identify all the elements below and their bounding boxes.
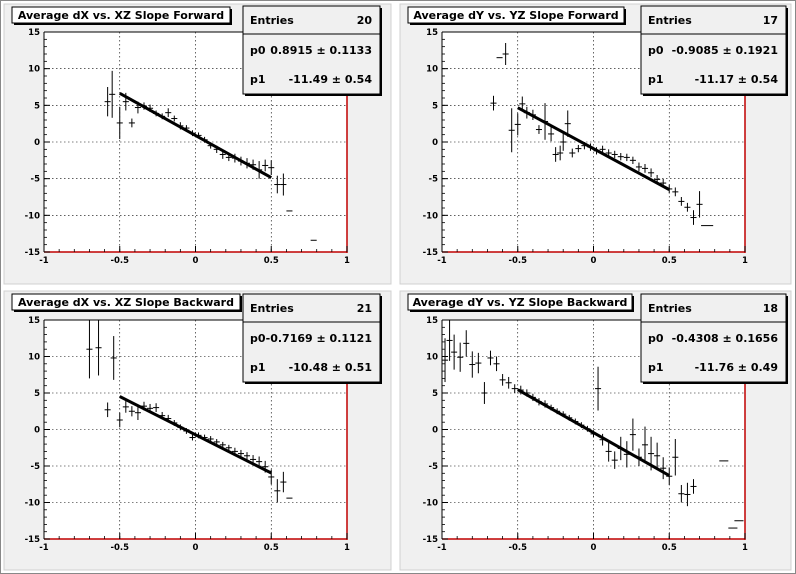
y-tick-label: -5: [429, 462, 439, 472]
stats-p0-value: 0.8915 ± 0.1133: [270, 44, 372, 57]
stats-p1-value: -11.49 ± 0.54: [289, 73, 373, 86]
y-tick-label: -15: [423, 535, 438, 545]
x-tick-label: 1: [344, 543, 350, 553]
y-tick-label: -10: [25, 499, 40, 509]
y-tick-label: 0: [432, 426, 438, 436]
y-tick-label: -15: [423, 248, 438, 258]
y-tick-label: 10: [426, 65, 438, 75]
x-tick-label: -1: [39, 543, 49, 553]
stats-p1-value: -11.76 ± 0.49: [695, 361, 778, 374]
y-tick-label: 15: [426, 316, 438, 326]
y-tick-label: 15: [426, 28, 438, 38]
y-tick-label: -10: [25, 211, 40, 221]
x-tick-label: 0: [591, 543, 597, 553]
stats-entries-label: Entries: [648, 14, 692, 27]
chart-title: Average dX vs. XZ Slope Forward: [18, 9, 224, 22]
x-tick-label: -0.5: [110, 543, 129, 553]
stats-p1-value: -10.48 ± 0.51: [289, 361, 372, 374]
stats-p0-label: p0: [250, 332, 266, 345]
stats-p1-value: -11.17 ± 0.54: [695, 73, 779, 86]
stats-p1-label: p1: [250, 73, 266, 86]
chart-title: Average dY vs. YZ Slope Forward: [413, 9, 618, 22]
y-tick-label: -5: [429, 175, 439, 185]
stats-entries-value: 21: [357, 302, 372, 315]
stats-entries-label: Entries: [250, 14, 294, 27]
y-tick-label: -5: [31, 462, 41, 472]
stats-entries-label: Entries: [648, 302, 692, 315]
stats-p1-label: p1: [250, 361, 266, 374]
x-tick-label: -1: [39, 256, 49, 266]
x-tick-label: 1: [742, 256, 748, 266]
x-tick-label: -0.5: [110, 256, 129, 266]
stats-p0-value: -0.4308 ± 0.1656: [672, 332, 779, 345]
stats-entries-value: 17: [763, 14, 778, 27]
x-tick-label: 0.5: [662, 256, 677, 266]
x-tick-label: -1: [437, 256, 447, 266]
y-tick-label: 10: [28, 65, 40, 75]
stats-p0-label: p0: [250, 44, 266, 57]
stats-p0-value: -0.7169 ± 0.1121: [266, 332, 372, 345]
plot-pad-1: -1 -0.5 0 0.5 1 -15 -10 -5 0 5 10 15 Average dX vs. …: [3, 3, 392, 285]
stats-entries-value: 18: [763, 302, 778, 315]
y-tick-label: -5: [31, 175, 41, 185]
y-tick-label: 10: [28, 353, 40, 363]
plot-pad-2: -1 -0.5 0 0.5 1 -15 -10 -5 0 5 10 15 Average dY vs. …: [399, 3, 792, 285]
x-tick-label: 0.5: [264, 256, 279, 266]
y-tick-label: 0: [34, 138, 40, 148]
x-tick-label: -0.5: [508, 256, 527, 266]
x-tick-label: 1: [742, 543, 748, 553]
x-tick-label: 0: [591, 256, 597, 266]
x-tick-label: -1: [437, 543, 447, 553]
y-tick-label: -10: [423, 211, 438, 221]
y-tick-label: 15: [28, 316, 40, 326]
stats-entries-label: Entries: [250, 302, 294, 315]
x-tick-label: 0.5: [662, 543, 677, 553]
y-tick-label: 10: [426, 353, 438, 363]
plot-pad-3: -1 -0.5 0 0.5 1 -15 -10 -5 0 5 10 15 Average dX vs. …: [3, 290, 392, 571]
canvas: -1 -0.5 0 0.5 1-15-10-5051015Average dX vs. …: [0, 0, 796, 574]
x-tick-label: -0.5: [508, 543, 527, 553]
y-tick-label: 0: [34, 426, 40, 436]
stats-p0-label: p0: [648, 332, 664, 345]
y-tick-label: 5: [34, 389, 40, 399]
stats-p1-label: p1: [648, 361, 664, 374]
x-tick-label: 1: [344, 256, 350, 266]
x-tick-label: 0: [193, 256, 199, 266]
y-tick-label: 5: [432, 101, 438, 111]
chart-title: Average dX vs. XZ Slope Backward: [18, 296, 234, 309]
stats-p0-label: p0: [648, 44, 664, 57]
stats-entries-value: 20: [357, 14, 373, 27]
plot-pad-4: -1 -0.5 0 0.5 1 -15 -10 -5 0 5 10 15 Average dY vs. …: [399, 290, 792, 571]
y-tick-label: 15: [28, 28, 40, 38]
stats-p0-value: -0.9085 ± 0.1921: [672, 44, 778, 57]
x-tick-label: 0.5: [264, 543, 279, 553]
y-tick-label: -15: [25, 248, 40, 258]
y-tick-label: 5: [34, 101, 40, 111]
y-tick-label: 5: [432, 389, 438, 399]
chart-title: Average dY vs. YZ Slope Backward: [413, 296, 628, 309]
y-tick-label: -15: [25, 535, 40, 545]
y-tick-label: 0: [432, 138, 438, 148]
y-tick-label: -10: [423, 499, 438, 509]
stats-p1-label: p1: [648, 73, 664, 86]
x-tick-label: 0: [193, 543, 199, 553]
